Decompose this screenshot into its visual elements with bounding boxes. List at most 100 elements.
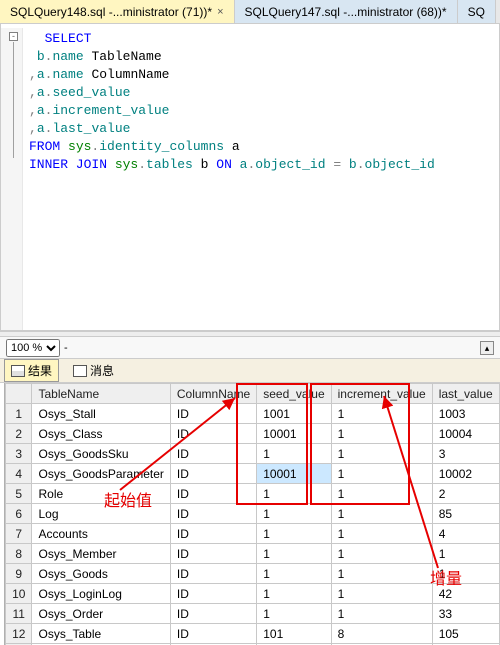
row-number-cell[interactable]: 7 xyxy=(6,524,32,544)
table-row[interactable]: 5RoleID112 xyxy=(6,484,500,504)
data-cell[interactable]: 4 xyxy=(432,524,499,544)
row-number-cell[interactable]: 2 xyxy=(6,424,32,444)
data-cell[interactable]: 10001 xyxy=(257,464,331,484)
data-cell[interactable]: 1 xyxy=(331,584,432,604)
grid-header-lastvalue[interactable]: last_value xyxy=(432,384,499,404)
data-cell[interactable]: 1 xyxy=(331,504,432,524)
data-cell[interactable]: 1 xyxy=(432,544,499,564)
data-cell[interactable]: Osys_Order xyxy=(32,604,170,624)
data-cell[interactable]: ID xyxy=(170,564,256,584)
row-number-cell[interactable]: 5 xyxy=(6,484,32,504)
data-cell[interactable]: ID xyxy=(170,424,256,444)
grid-header-tablename[interactable]: TableName xyxy=(32,384,170,404)
data-cell[interactable]: 10001 xyxy=(257,424,331,444)
data-cell[interactable]: 1 xyxy=(331,564,432,584)
editor-tab-active[interactable]: SQLQuery148.sql -...ministrator (71))* × xyxy=(0,0,235,23)
data-cell[interactable]: Osys_GoodsParameter xyxy=(32,464,170,484)
data-cell[interactable]: Osys_Stall xyxy=(32,404,170,424)
table-row[interactable]: 11Osys_OrderID1133 xyxy=(6,604,500,624)
data-cell[interactable]: Osys_Table xyxy=(32,624,170,644)
data-cell[interactable]: 1 xyxy=(331,524,432,544)
data-cell[interactable]: Osys_GoodsSku xyxy=(32,444,170,464)
data-cell[interactable]: 3 xyxy=(432,444,499,464)
data-cell[interactable]: 10004 xyxy=(432,424,499,444)
data-cell[interactable]: 1 xyxy=(331,604,432,624)
data-cell[interactable]: 1 xyxy=(257,564,331,584)
sql-editor[interactable]: --SELECT b.name TableName ,a.name Column… xyxy=(23,28,499,330)
editor-tab[interactable]: SQLQuery147.sql -...ministrator (68))* xyxy=(235,0,458,23)
data-cell[interactable]: 2 xyxy=(432,484,499,504)
data-cell[interactable]: 1 xyxy=(257,604,331,624)
data-cell[interactable]: 1 xyxy=(257,504,331,524)
data-cell[interactable]: 42 xyxy=(432,584,499,604)
row-number-cell[interactable]: 6 xyxy=(6,504,32,524)
table-row[interactable]: 2Osys_ClassID10001110004 xyxy=(6,424,500,444)
table-row[interactable]: 6LogID1185 xyxy=(6,504,500,524)
table-row[interactable]: 8Osys_MemberID111 xyxy=(6,544,500,564)
data-cell[interactable]: Accounts xyxy=(32,524,170,544)
data-cell[interactable]: 10002 xyxy=(432,464,499,484)
grid-header-seedvalue[interactable]: seed_value xyxy=(257,384,331,404)
data-cell[interactable]: ID xyxy=(170,484,256,504)
data-cell[interactable]: 1001 xyxy=(257,404,331,424)
table-row[interactable]: 9Osys_GoodsID111 xyxy=(6,564,500,584)
row-number-cell[interactable]: 12 xyxy=(6,624,32,644)
data-cell[interactable]: 1 xyxy=(331,464,432,484)
data-cell[interactable]: 1 xyxy=(331,424,432,444)
data-cell[interactable]: 1 xyxy=(257,544,331,564)
table-row[interactable]: 3Osys_GoodsSkuID113 xyxy=(6,444,500,464)
fold-toggle-icon[interactable]: - xyxy=(9,32,18,41)
data-cell[interactable]: ID xyxy=(170,504,256,524)
data-cell[interactable]: ID xyxy=(170,604,256,624)
scroll-up-icon[interactable]: ▴ xyxy=(480,341,494,355)
row-number-cell[interactable]: 4 xyxy=(6,464,32,484)
data-cell[interactable]: 1 xyxy=(331,544,432,564)
data-cell[interactable]: 1 xyxy=(432,564,499,584)
data-cell[interactable]: ID xyxy=(170,584,256,604)
data-cell[interactable]: ID xyxy=(170,544,256,564)
data-cell[interactable]: Role xyxy=(32,484,170,504)
grid-header-columnname[interactable]: ColumnName xyxy=(170,384,256,404)
table-row[interactable]: 1Osys_StallID100111003 xyxy=(6,404,500,424)
data-cell[interactable]: 33 xyxy=(432,604,499,624)
data-cell[interactable]: ID xyxy=(170,444,256,464)
grid-header-incrementvalue[interactable]: increment_value xyxy=(331,384,432,404)
table-row[interactable]: 10Osys_LoginLogID1142 xyxy=(6,584,500,604)
grid-header-corner[interactable] xyxy=(6,384,32,404)
data-cell[interactable]: Osys_LoginLog xyxy=(32,584,170,604)
data-cell[interactable]: 1 xyxy=(257,584,331,604)
results-grid[interactable]: TableName ColumnName seed_value incremen… xyxy=(5,383,500,645)
close-icon[interactable]: × xyxy=(217,6,223,18)
table-row[interactable]: 7AccountsID114 xyxy=(6,524,500,544)
row-number-cell[interactable]: 10 xyxy=(6,584,32,604)
data-cell[interactable]: 101 xyxy=(257,624,331,644)
data-cell[interactable]: 85 xyxy=(432,504,499,524)
data-cell[interactable]: 1 xyxy=(331,484,432,504)
data-cell[interactable]: 1 xyxy=(331,444,432,464)
data-cell[interactable]: ID xyxy=(170,624,256,644)
editor-tab-partial[interactable]: SQ xyxy=(458,0,496,23)
table-row[interactable]: 4Osys_GoodsParameterID10001110002 xyxy=(6,464,500,484)
zoom-select[interactable]: 100 % xyxy=(6,339,60,357)
table-row[interactable]: 12Osys_TableID1018105 xyxy=(6,624,500,644)
messages-tab[interactable]: 消息 xyxy=(67,360,120,381)
data-cell[interactable]: Osys_Goods xyxy=(32,564,170,584)
data-cell[interactable]: 105 xyxy=(432,624,499,644)
data-cell[interactable]: Osys_Member xyxy=(32,544,170,564)
data-cell[interactable]: 8 xyxy=(331,624,432,644)
results-grid-wrap[interactable]: TableName ColumnName seed_value incremen… xyxy=(4,383,500,645)
data-cell[interactable]: Log xyxy=(32,504,170,524)
data-cell[interactable]: ID xyxy=(170,524,256,544)
data-cell[interactable]: 1 xyxy=(331,404,432,424)
data-cell[interactable]: ID xyxy=(170,464,256,484)
row-number-cell[interactable]: 8 xyxy=(6,544,32,564)
results-tab[interactable]: 结果 xyxy=(4,359,59,382)
row-number-cell[interactable]: 11 xyxy=(6,604,32,624)
data-cell[interactable]: 1003 xyxy=(432,404,499,424)
data-cell[interactable]: 1 xyxy=(257,484,331,504)
data-cell[interactable]: ID xyxy=(170,404,256,424)
row-number-cell[interactable]: 9 xyxy=(6,564,32,584)
row-number-cell[interactable]: 3 xyxy=(6,444,32,464)
data-cell[interactable]: 1 xyxy=(257,524,331,544)
data-cell[interactable]: Osys_Class xyxy=(32,424,170,444)
